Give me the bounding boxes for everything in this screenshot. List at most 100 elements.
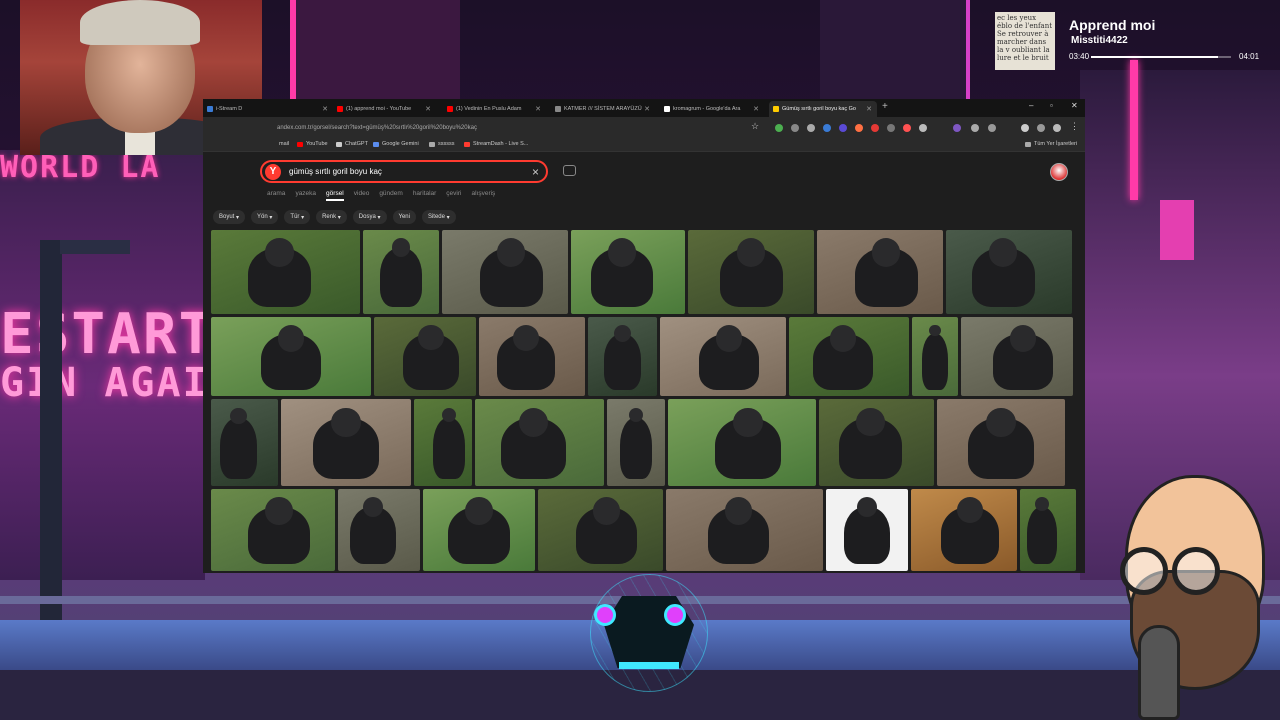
extension-icon[interactable] (839, 124, 847, 132)
extension-icon[interactable] (855, 124, 863, 132)
image-result-thumbnail[interactable] (479, 317, 585, 396)
image-result-thumbnail[interactable] (211, 489, 335, 571)
user-avatar[interactable] (1050, 163, 1068, 181)
image-result-thumbnail[interactable] (668, 399, 816, 486)
close-window-icon[interactable]: ✕ (1071, 101, 1078, 110)
image-result-thumbnail[interactable] (571, 230, 685, 314)
image-result-thumbnail[interactable] (1020, 489, 1076, 571)
bookmark-star-icon[interactable]: ☆ (751, 121, 759, 132)
image-result-thumbnail[interactable] (423, 489, 535, 571)
browser-tab[interactable]: i-Stream D ✕ (203, 101, 333, 117)
all-bookmarks-button[interactable]: Tüm Yer İşaretleri (1025, 141, 1077, 147)
filter-bar: Boyut ▾ Yön ▾ Tür ▾ Renk ▾ Dosya ▾ Yeni … (213, 210, 456, 224)
filter-yon[interactable]: Yön ▾ (251, 210, 279, 224)
image-result-thumbnail[interactable] (338, 489, 420, 571)
gorilla-head (265, 238, 294, 267)
close-tab-icon[interactable]: ✕ (644, 105, 650, 113)
extension-icon[interactable] (1053, 124, 1061, 132)
street-lamp-arm (60, 240, 130, 254)
extension-icon[interactable] (903, 124, 911, 132)
downloads-icon[interactable] (1021, 124, 1029, 132)
image-result-thumbnail[interactable] (588, 317, 657, 396)
bookmark-item[interactable]: ChatGPT (336, 141, 368, 147)
image-result-thumbnail[interactable] (961, 317, 1073, 396)
extension-icon[interactable] (953, 124, 961, 132)
search-box[interactable]: Y gümüş sırtlı goril boyu kaç × (260, 160, 548, 183)
puzzle-extensions-icon[interactable] (971, 124, 979, 132)
tab-alisveris[interactable]: alışveriş (471, 190, 495, 197)
browser-tab-active[interactable]: Gümüş sırtlı goril boyu kaç Go ✕ (769, 101, 877, 117)
extension-icon[interactable] (887, 124, 895, 132)
browser-tab[interactable]: (1) Vedinin En Puslu Adam ✕ (443, 101, 546, 117)
filter-tur[interactable]: Tür ▾ (284, 210, 311, 224)
browser-tab[interactable]: (1) apprend moi - YouTube ✕ (333, 101, 436, 117)
image-result-thumbnail[interactable] (538, 489, 663, 571)
bookmark-item[interactable]: mail (279, 141, 289, 147)
bookmark-item[interactable]: Google Gemini (373, 141, 419, 147)
close-tab-icon[interactable]: ✕ (866, 105, 872, 113)
browser-tab[interactable]: kromagrum - Google'da Ara ✕ (660, 101, 764, 117)
bookmark-item[interactable]: StreamDash - Live S... (464, 141, 528, 147)
extension-icon[interactable] (919, 124, 927, 132)
image-result-thumbnail[interactable] (607, 399, 665, 486)
image-result-thumbnail[interactable] (819, 399, 934, 486)
tab-label: (1) apprend moi - YouTube (346, 106, 412, 112)
tab-haritalar[interactable]: haritalar (413, 190, 436, 197)
image-result-thumbnail[interactable] (911, 489, 1017, 571)
search-input[interactable]: gümüş sırtlı goril boyu kaç (289, 167, 382, 176)
filter-yeni[interactable]: Yeni (392, 210, 416, 224)
shield-extension-icon[interactable] (871, 124, 879, 132)
track-progress-fill (1091, 56, 1219, 58)
profile-icon[interactable] (988, 124, 996, 132)
tab-yazeka[interactable]: yazeka (295, 190, 316, 197)
filter-renk[interactable]: Renk ▾ (316, 210, 347, 224)
extension-icon[interactable] (1037, 124, 1045, 132)
image-result-thumbnail[interactable] (374, 317, 476, 396)
bookmark-folder[interactable]: ssssss (429, 141, 455, 147)
download-extension-icon[interactable] (791, 124, 799, 132)
minimize-icon[interactable]: – (1029, 101, 1033, 110)
image-result-thumbnail[interactable] (211, 230, 360, 314)
tab-arama[interactable]: arama (267, 190, 285, 197)
image-result-thumbnail[interactable] (475, 399, 604, 486)
image-result-thumbnail[interactable] (912, 317, 958, 396)
filter-dosya[interactable]: Dosya ▾ (352, 210, 387, 224)
extension-icon[interactable] (823, 124, 831, 132)
maximize-icon[interactable]: ▫ (1050, 101, 1053, 110)
image-result-thumbnail[interactable] (826, 489, 908, 571)
url-field[interactable]: andex.com.tr/gorsel/search?text=gümüş%20… (273, 121, 773, 135)
filter-sitede[interactable]: Sitede ▾ (421, 210, 456, 224)
clear-search-icon[interactable]: × (532, 165, 539, 179)
image-result-thumbnail[interactable] (211, 399, 278, 486)
tab-ceviri[interactable]: çeviri (446, 190, 461, 197)
camera-search-icon[interactable] (563, 165, 576, 176)
close-tab-icon[interactable]: ✕ (425, 105, 431, 113)
yandex-logo-icon[interactable]: Y (265, 164, 281, 180)
extension-icon[interactable] (807, 124, 815, 132)
image-result-thumbnail[interactable] (666, 489, 823, 571)
bookmark-item[interactable]: YouTube (297, 141, 328, 147)
browser-menu-icon[interactable]: ⋮ (1070, 121, 1079, 132)
image-result-thumbnail[interactable] (442, 230, 568, 314)
filter-boyut[interactable]: Boyut ▾ (213, 210, 246, 224)
tab-gundem[interactable]: gündem (379, 190, 403, 197)
tab-video[interactable]: video (354, 190, 370, 197)
image-result-thumbnail[interactable] (688, 230, 814, 314)
new-tab-button[interactable]: + (882, 101, 888, 112)
close-tab-icon[interactable]: ✕ (322, 105, 328, 113)
image-result-thumbnail[interactable] (660, 317, 786, 396)
extension-icon[interactable] (775, 124, 783, 132)
image-result-thumbnail[interactable] (946, 230, 1072, 314)
image-result-thumbnail[interactable] (211, 317, 371, 396)
gorilla-figure (922, 334, 948, 390)
tab-gorsel[interactable]: görsel (326, 190, 344, 201)
image-result-thumbnail[interactable] (414, 399, 472, 486)
image-result-thumbnail[interactable] (789, 317, 909, 396)
browser-tab[interactable]: KATMER /// SİSTEM ARAYÜZÜ ✕ (551, 101, 655, 117)
close-tab-icon[interactable]: ✕ (753, 105, 759, 113)
image-result-thumbnail[interactable] (937, 399, 1065, 486)
image-result-thumbnail[interactable] (281, 399, 411, 486)
image-result-thumbnail[interactable] (363, 230, 439, 314)
image-result-thumbnail[interactable] (817, 230, 943, 314)
close-tab-icon[interactable]: ✕ (535, 105, 541, 113)
